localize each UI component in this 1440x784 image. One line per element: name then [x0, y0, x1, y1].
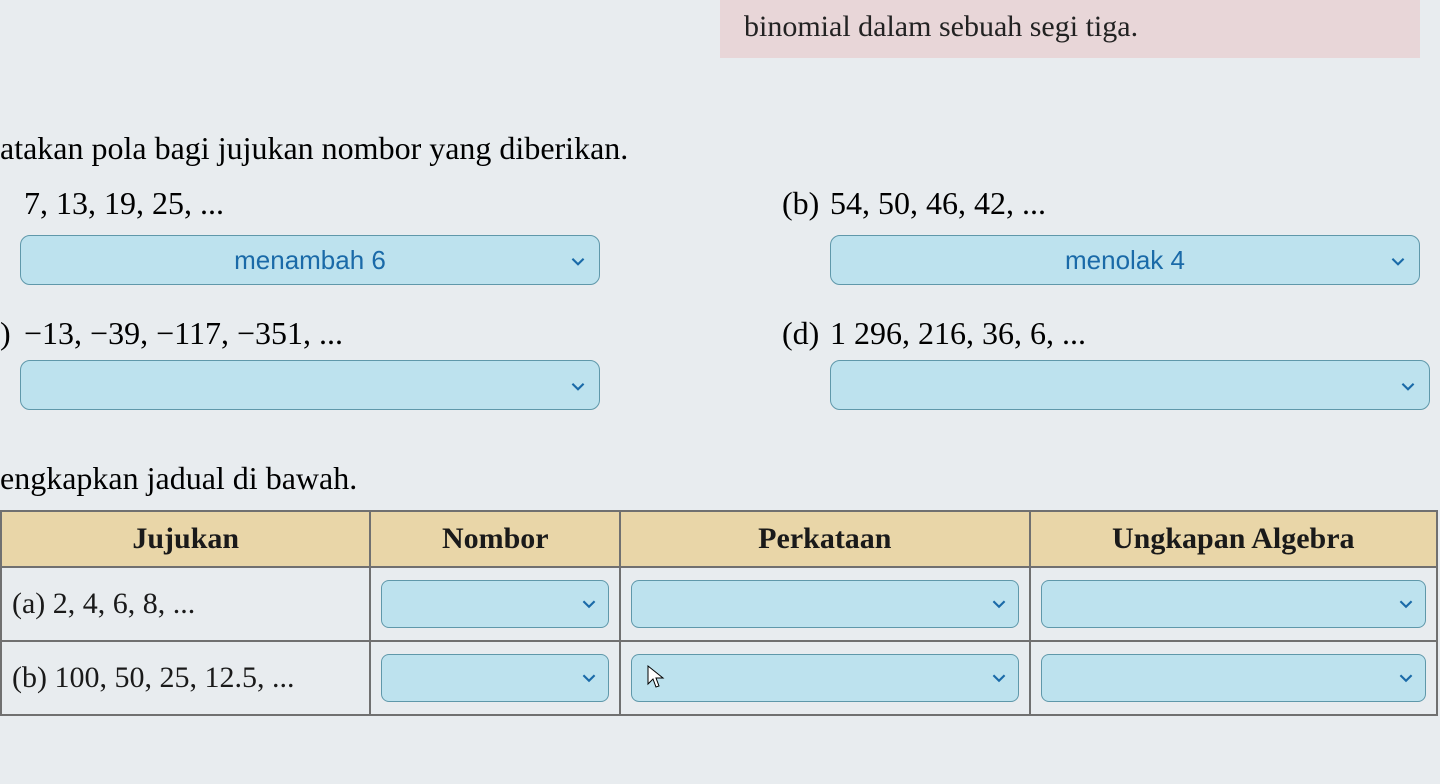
chevron-down-icon — [1401, 370, 1415, 401]
sequence-b-selected: menolak 4 — [1065, 245, 1185, 276]
sequence-c-label: ) — [0, 315, 11, 352]
info-note-text: binomial dalam sebuah segi tiga. — [744, 10, 1138, 43]
row-b-sequence: (b) 100, 50, 25, 12.5, ... — [1, 641, 370, 715]
sequence-b-dropdown[interactable]: menolak 4 — [830, 235, 1420, 285]
worksheet-table: Jujukan Nombor Perkataan Ungkapan Algebr… — [0, 510, 1438, 716]
chevron-down-icon — [571, 370, 585, 401]
row-a-perkataan-dropdown[interactable] — [631, 580, 1018, 628]
row-a-nombor-dropdown[interactable] — [381, 580, 609, 628]
chevron-down-icon — [992, 665, 1006, 691]
chevron-down-icon — [992, 591, 1006, 617]
table-header-nombor: Nombor — [370, 511, 620, 567]
sequence-c-text: −13, −39, −117, −351, ... — [24, 315, 343, 352]
chevron-down-icon — [571, 245, 585, 276]
sequence-a-dropdown[interactable]: menambah 6 — [20, 235, 600, 285]
sequence-b-text: 54, 50, 46, 42, ... — [830, 185, 1046, 222]
sequence-a-text: 7, 13, 19, 25, ... — [24, 185, 224, 222]
table-header-jujukan: Jujukan — [1, 511, 370, 567]
row-a-algebra-dropdown[interactable] — [1041, 580, 1426, 628]
row-a-sequence: (a) 2, 4, 6, 8, ... — [1, 567, 370, 641]
sequence-b-label: (b) — [782, 185, 819, 222]
sequence-a-selected: menambah 6 — [234, 245, 386, 276]
table-header-algebra: Ungkapan Algebra — [1030, 511, 1437, 567]
question-2-title: engkapkan jadual di bawah. — [0, 460, 357, 497]
chevron-down-icon — [1399, 665, 1413, 691]
sequence-d-text: 1 296, 216, 36, 6, ... — [830, 315, 1086, 352]
row-b-algebra-dropdown[interactable] — [1041, 654, 1426, 702]
table-row: (a) 2, 4, 6, 8, ... — [1, 567, 1437, 641]
table-row: (b) 100, 50, 25, 12.5, ... — [1, 641, 1437, 715]
sequence-c-dropdown[interactable] — [20, 360, 600, 410]
chevron-down-icon — [1399, 591, 1413, 617]
chevron-down-icon — [582, 591, 596, 617]
row-b-perkataan-dropdown[interactable] — [631, 654, 1018, 702]
chevron-down-icon — [582, 665, 596, 691]
question-1-title: atakan pola bagi jujukan nombor yang dib… — [0, 130, 628, 167]
info-note-box: binomial dalam sebuah segi tiga. — [720, 0, 1420, 58]
sequence-d-dropdown[interactable] — [830, 360, 1430, 410]
sequence-d-label: (d) — [782, 315, 819, 352]
chevron-down-icon — [1391, 245, 1405, 276]
row-b-nombor-dropdown[interactable] — [381, 654, 609, 702]
table-header-perkataan: Perkataan — [620, 511, 1029, 567]
